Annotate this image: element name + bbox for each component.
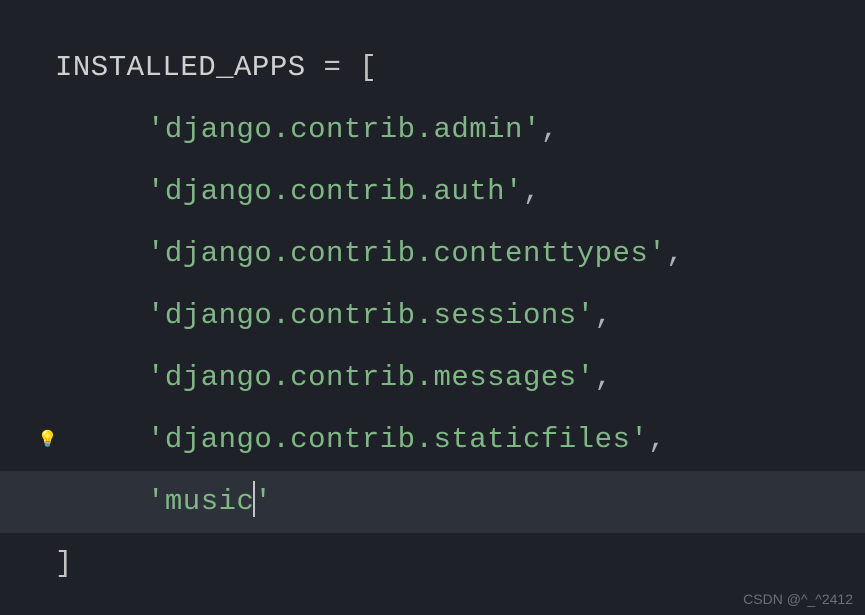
string-literal: 'django.contrib.messages' [147,361,595,394]
string-literal: 'django.contrib.contenttypes' [147,237,666,270]
code-line-item[interactable]: 'django.contrib.sessions', [55,285,865,347]
code-line-active[interactable]: 'music' [0,471,865,533]
string-literal: 'django.contrib.sessions' [147,299,595,332]
comma: , [666,237,684,270]
watermark: CSDN @^_^2412 [743,591,853,607]
comma: , [648,423,666,456]
close-bracket: ] [55,547,73,580]
code-line-assign[interactable]: INSTALLED_APPS = [ [55,37,865,99]
code-line-item[interactable]: 'django.contrib.contenttypes', [55,223,865,285]
string-literal: ' [254,485,272,518]
comma: , [523,175,541,208]
string-literal: 'django.contrib.staticfiles' [147,423,648,456]
string-literal: 'django.contrib.admin' [147,113,541,146]
open-bracket: [ [359,51,377,84]
code-editor[interactable]: INSTALLED_APPS = [ 'django.contrib.admin… [0,0,865,595]
code-line-close[interactable]: ] [55,533,865,595]
code-line-item[interactable]: 'django.contrib.admin', [55,99,865,161]
comma: , [541,113,559,146]
operator-equals: = [306,51,360,84]
code-line-item[interactable]: 'django.contrib.messages', [55,347,865,409]
code-line-item[interactable]: 'django.contrib.staticfiles', [55,409,865,471]
variable-name: INSTALLED_APPS [55,51,306,84]
comma: , [595,361,613,394]
string-literal: 'music [147,485,254,518]
comma: , [595,299,613,332]
string-literal: 'django.contrib.auth' [147,175,523,208]
code-line-item[interactable]: 'django.contrib.auth', [55,161,865,223]
